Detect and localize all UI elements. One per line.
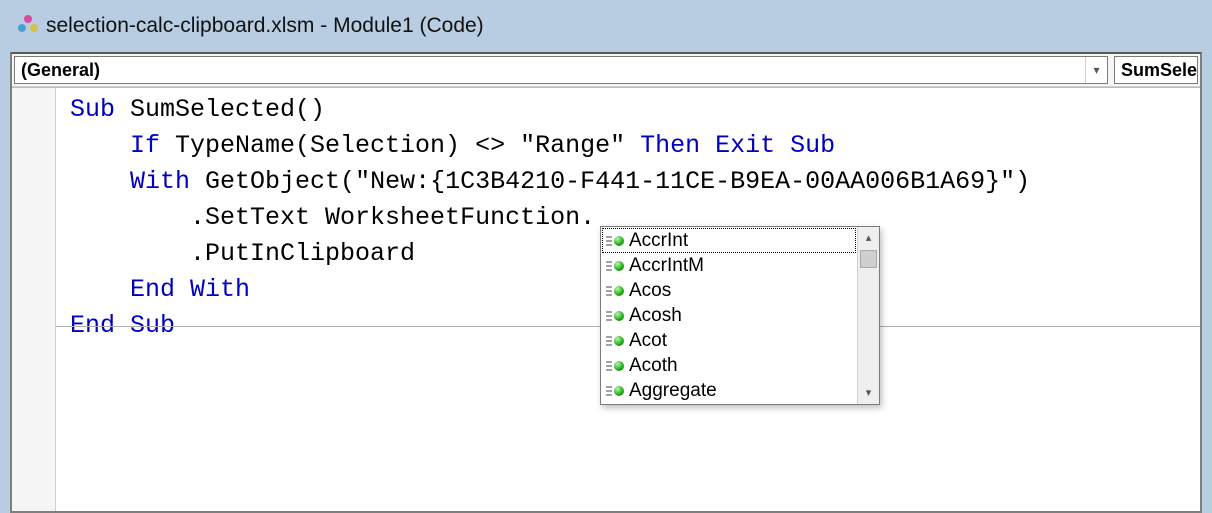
- window-title: selection-calc-clipboard.xlsm - Module1 …: [46, 14, 484, 38]
- method-icon: [605, 284, 625, 298]
- title-bar[interactable]: selection-calc-clipboard.xlsm - Module1 …: [0, 0, 1212, 52]
- procedure-dropdown-value: SumSele: [1121, 60, 1197, 81]
- object-dropdown-value: (General): [21, 60, 100, 81]
- scroll-thumb[interactable]: [860, 250, 877, 268]
- intellisense-item[interactable]: Acot: [602, 328, 856, 353]
- intellisense-item[interactable]: Aggregate: [602, 378, 856, 403]
- vba-editor-window: selection-calc-clipboard.xlsm - Module1 …: [0, 0, 1212, 513]
- method-icon: [605, 234, 625, 248]
- intellisense-item[interactable]: Acosh: [602, 303, 856, 328]
- app-icon: [18, 15, 40, 37]
- code-text[interactable]: Sub SumSelected() If TypeName(Selection)…: [70, 92, 1030, 344]
- method-icon: [605, 359, 625, 373]
- method-icon: [605, 334, 625, 348]
- method-icon: [605, 384, 625, 398]
- client-area: (General) ▾ SumSele Sub SumSelected() If…: [10, 52, 1202, 513]
- intellisense-item[interactable]: AccrIntM: [602, 253, 856, 278]
- intellisense-popup[interactable]: AccrInt AccrIntM Acos Acosh: [600, 226, 880, 405]
- object-dropdown[interactable]: (General) ▾: [14, 56, 1108, 84]
- scroll-track[interactable]: [858, 249, 879, 382]
- intellisense-scrollbar[interactable]: ▴ ▾: [857, 227, 879, 404]
- intellisense-list[interactable]: AccrInt AccrIntM Acos Acosh: [601, 228, 857, 403]
- procedure-dropdown[interactable]: SumSele: [1114, 56, 1198, 84]
- dropdown-row: (General) ▾ SumSele: [12, 54, 1200, 87]
- scroll-down-button[interactable]: ▾: [858, 382, 880, 404]
- intellisense-item[interactable]: Acos: [602, 278, 856, 303]
- intellisense-item[interactable]: Acoth: [602, 353, 856, 378]
- chevron-down-icon[interactable]: ▾: [1085, 57, 1107, 83]
- method-icon: [605, 259, 625, 273]
- method-icon: [605, 309, 625, 323]
- editor-margin: [12, 88, 56, 511]
- code-editor[interactable]: Sub SumSelected() If TypeName(Selection)…: [12, 87, 1200, 511]
- intellisense-item[interactable]: AccrInt: [602, 228, 856, 253]
- scroll-up-button[interactable]: ▴: [858, 227, 880, 249]
